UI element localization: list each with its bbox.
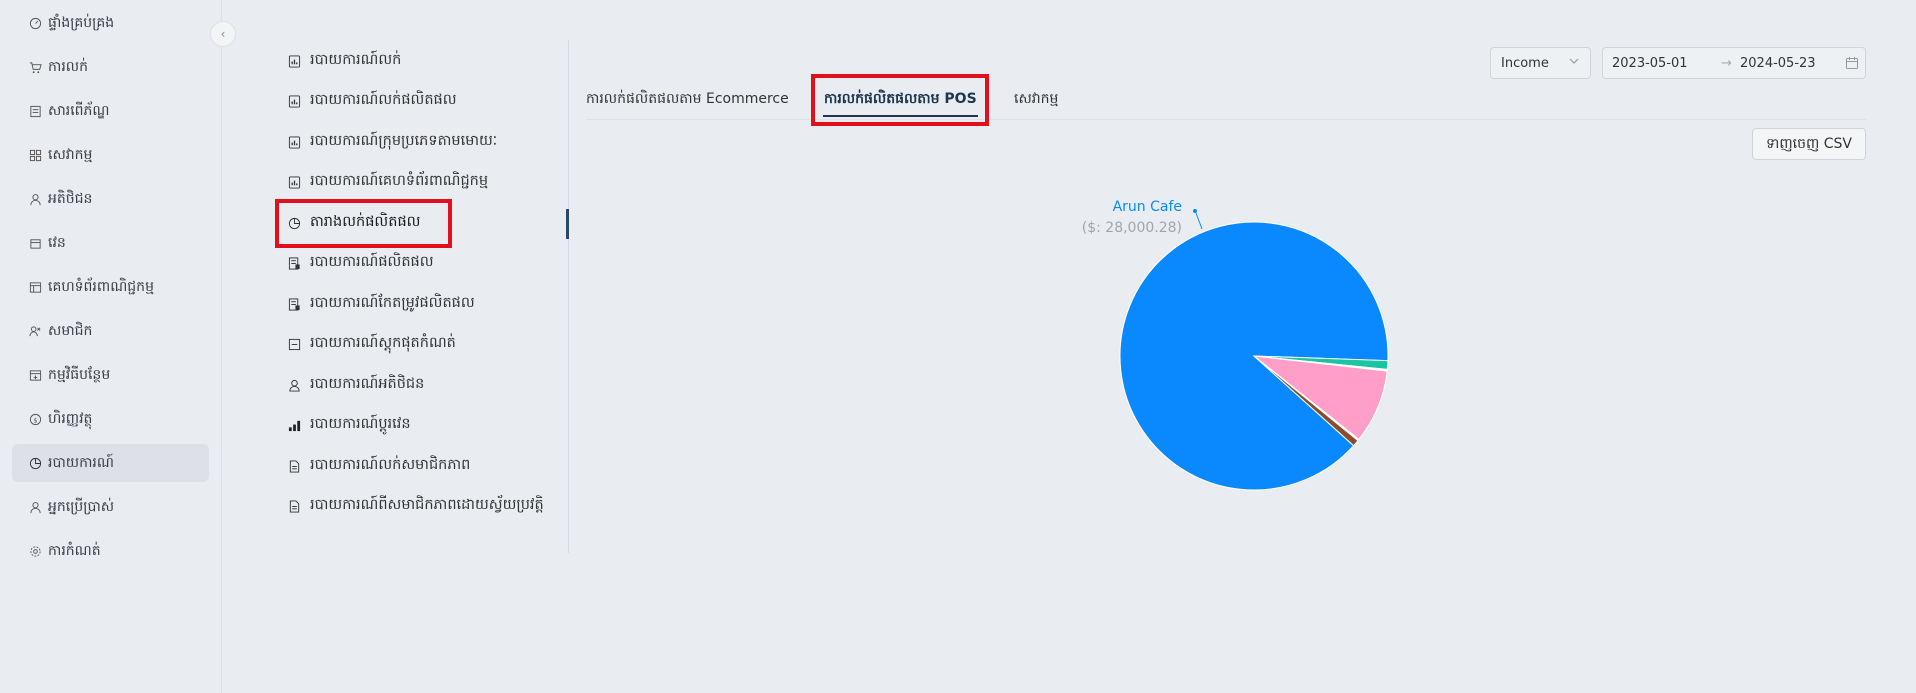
- tab-services[interactable]: សេវាកម្ម: [1014, 78, 1058, 120]
- person-icon: [287, 378, 301, 392]
- reports-menu: របាយការណ៍លក់របាយការណ៍លក់ផលិតផលរបាយការណ៍ក…: [275, 40, 569, 553]
- minus-box-icon: [287, 338, 301, 352]
- doc-icon: [287, 459, 301, 473]
- label-leader-line: [1195, 212, 1203, 230]
- sidebar-item-label: ការលក់: [48, 58, 88, 75]
- member-icon: [28, 324, 42, 338]
- active-indicator: [566, 209, 569, 239]
- product-report-icon: [287, 297, 301, 311]
- slice-label: Arun Cafe: [1113, 199, 1182, 215]
- report-tabs: ការលក់ផលិតផលតាម Ecommerce ការលក់ផលិតផលតា…: [586, 78, 1866, 120]
- date-range-picker[interactable]: 2023-05-01 → 2024-05-23: [1602, 47, 1866, 79]
- report-menu-item[interactable]: របាយការណ៍ស្តុកផុតកំណត់: [287, 327, 567, 363]
- report-menu-item[interactable]: របាយការណ៍ប្តូរវេន: [287, 408, 567, 444]
- range-arrow-icon: →: [1721, 56, 1732, 71]
- report-menu-item-label: របាយការណ៍កែតម្រូវផលិតផល: [310, 294, 475, 311]
- sidebar-item[interactable]: គេហទំព័រពាណិជ្ជកម្ម: [12, 268, 209, 306]
- svg-text:$: $: [33, 416, 37, 424]
- type-select[interactable]: Income: [1490, 47, 1591, 79]
- bar-report-icon: [287, 95, 301, 109]
- sidebar-item-label: ផ្ទាំងគ្រប់គ្រង: [48, 14, 115, 31]
- sidebar-item-label: គេហទំព័រពាណិជ្ជកម្ម: [48, 278, 154, 295]
- services-icon: [28, 148, 42, 162]
- sidebar-item[interactable]: ផ្ទាំងគ្រប់គ្រង: [12, 4, 209, 42]
- sidebar-item[interactable]: ការកំណត់: [12, 532, 209, 570]
- sidebar-item-label: សមាជិក: [48, 322, 93, 339]
- report-menu-item[interactable]: របាយការណ៍អតិថិជន: [287, 367, 567, 403]
- report-menu-item[interactable]: របាយការណ៍កែតម្រូវផលិតផល: [287, 286, 567, 322]
- bar-report-icon: [287, 54, 301, 68]
- report-menu-item-label: របាយការណ៍លក់សមាជិកភាព: [310, 456, 471, 473]
- export-csv-button[interactable]: ទាញចេញ CSV: [1752, 128, 1866, 160]
- sidebar-item[interactable]: អតិថិជន: [12, 180, 209, 218]
- report-menu-item-label: របាយការណ៍អតិថិជន: [310, 375, 425, 392]
- highlight-box-pos-tab: [811, 74, 989, 126]
- pos-sales-pie-chart: Arun Cafe ($: 28,000.28): [1082, 199, 1389, 491]
- finance-icon: $: [28, 412, 42, 426]
- bar-report-icon: [287, 135, 301, 149]
- sidebar-item-label: របាយការណ៍: [48, 454, 114, 471]
- cart-icon: [28, 60, 42, 74]
- sidebar-item-label: អ្នកប្រើប្រាស់: [48, 498, 115, 515]
- chevron-down-icon: [1568, 55, 1580, 70]
- report-menu-item-label: របាយការណ៍លក់: [310, 51, 402, 68]
- chevron-left-icon: ‹: [220, 27, 226, 41]
- report-menu-item[interactable]: របាយការណ៍លក់: [287, 43, 567, 79]
- report-menu-item[interactable]: របាយការណ៍លក់ផលិតផល: [287, 84, 567, 120]
- slice-value-label: ($: 28,000.28): [1082, 220, 1182, 236]
- doc-icon: [287, 500, 301, 514]
- report-menu-item-label: របាយការណ៍ក្រុមប្រភេទតាមមោយៈ: [310, 132, 498, 149]
- user-icon: [28, 500, 42, 514]
- collapse-sidebar-button[interactable]: ‹: [210, 21, 236, 47]
- report-menu-item-label: របាយការណ៍ពីសមាជិកភាពដោយស្វ័យប្រវត្តិ: [310, 497, 544, 513]
- sidebar-item-label: សេវាកម្ម: [48, 146, 93, 163]
- sidebar: ផ្ទាំងគ្រប់គ្រងការលក់សារពើភ័ណ្ឌសេវាកម្មអ…: [0, 0, 222, 693]
- sidebar-item-label: អតិថិជន: [48, 190, 93, 207]
- sidebar-item-label: ការកំណត់: [48, 542, 101, 559]
- shift-icon: [28, 236, 42, 250]
- inventory-icon: [28, 104, 42, 118]
- settings-icon: [28, 544, 42, 558]
- highlight-box-reports-item: [275, 199, 452, 248]
- sidebar-item[interactable]: សមាជិក: [12, 312, 209, 350]
- bar-report-icon: [287, 176, 301, 190]
- report-menu-item-label: របាយការណ៍គេហទំព័រពាណិជ្ជកម្ម: [310, 173, 489, 189]
- report-menu-item-label: របាយការណ៍ប្តូរវេន: [310, 416, 411, 432]
- report-menu-item[interactable]: របាយការណ៍ពីសមាជិកភាពដោយស្វ័យប្រវត្តិ: [287, 489, 567, 525]
- addon-icon: [28, 368, 42, 382]
- label-leader-dot: [1193, 209, 1197, 213]
- sidebar-item[interactable]: $ ហិរញ្ញវត្ថុ: [12, 400, 209, 438]
- report-menu-item[interactable]: របាយការណ៍ផលិតផល: [287, 246, 567, 282]
- report-pie-icon: [28, 456, 42, 470]
- sidebar-item[interactable]: សារពើភ័ណ្ឌ: [12, 92, 209, 130]
- sidebar-item[interactable]: ការលក់: [12, 48, 209, 86]
- sidebar-item[interactable]: កម្មវិធីបន្ថែម: [12, 356, 209, 394]
- dashboard-icon: [28, 16, 42, 30]
- report-menu-item-label: របាយការណ៍លក់ផលិតផល: [310, 92, 457, 108]
- report-menu-item-label: របាយការណ៍ផលិតផល: [310, 254, 434, 270]
- sidebar-item-label: វេន: [48, 234, 66, 251]
- sidebar-item[interactable]: វេន: [12, 224, 209, 262]
- report-menu-item[interactable]: របាយការណ៍គេហទំព័រពាណិជ្ជកម្ម: [287, 165, 567, 201]
- tab-ecommerce-sales[interactable]: ការលក់ផលិតផលតាម Ecommerce: [586, 78, 789, 120]
- sidebar-item[interactable]: របាយការណ៍: [12, 444, 209, 482]
- store-icon: [28, 280, 42, 294]
- report-menu-item-label: របាយការណ៍ស្តុកផុតកំណត់: [310, 335, 456, 351]
- date-start[interactable]: 2023-05-01: [1612, 56, 1688, 71]
- bars-icon: [287, 419, 301, 433]
- type-select-value: Income: [1501, 55, 1549, 71]
- report-menu-item[interactable]: របាយការណ៍ក្រុមប្រភេទតាមមោយៈ: [287, 124, 567, 160]
- customer-icon: [28, 192, 42, 206]
- report-menu-item[interactable]: របាយការណ៍លក់សមាជិកភាព: [287, 448, 567, 484]
- sidebar-item-label: ហិរញ្ញវត្ថុ: [48, 410, 93, 427]
- sidebar-item-label: កម្មវិធីបន្ថែម: [48, 366, 111, 383]
- sidebar-item-label: សារពើភ័ណ្ឌ: [48, 102, 110, 119]
- sidebar-item[interactable]: អ្នកប្រើប្រាស់: [12, 488, 209, 526]
- calendar-icon: [1845, 56, 1859, 74]
- date-end[interactable]: 2024-05-23: [1740, 56, 1816, 71]
- product-report-icon: [287, 257, 301, 271]
- sidebar-item[interactable]: សេវាកម្ម: [12, 136, 209, 174]
